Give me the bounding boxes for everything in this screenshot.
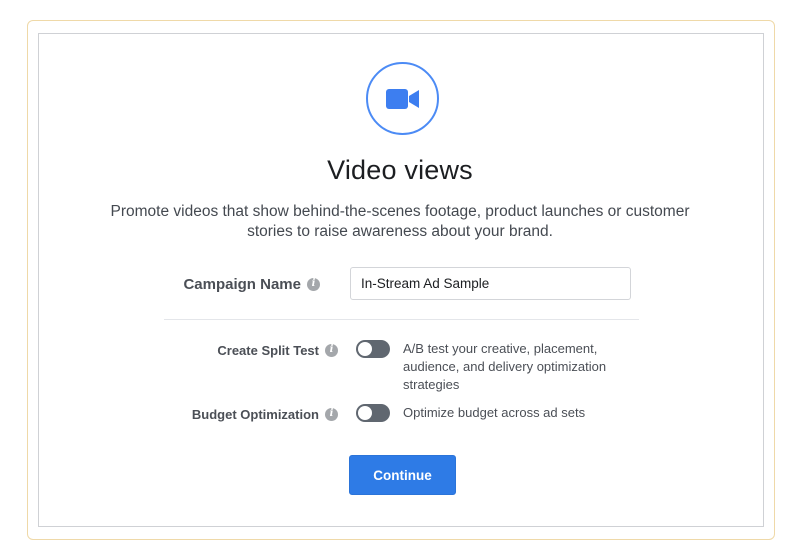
budget-optimization-description: Optimize budget across ad sets <box>403 405 586 420</box>
objective-title: Video views <box>327 155 473 185</box>
budget-optimization-label: Budget Optimization i <box>150 405 338 423</box>
campaign-name-label: Campaign Name i <box>140 273 320 295</box>
video-camera-glyph <box>385 88 419 109</box>
split-test-description: A/B test your creative, placement, audie… <box>403 341 607 392</box>
campaign-name-input[interactable] <box>350 267 631 300</box>
info-icon[interactable]: i <box>307 277 320 291</box>
objective-description: Promote videos that show behind-the-scen… <box>110 203 690 240</box>
budget-optimization-label-text: Budget Optimization <box>191 406 319 422</box>
toggle-knob <box>358 342 372 356</box>
continue-button[interactable]: Continue <box>349 455 456 495</box>
budget-optimization-toggle[interactable] <box>356 404 390 422</box>
info-icon[interactable]: i <box>325 407 338 421</box>
divider <box>164 319 639 320</box>
split-test-label: Create Split Test i <box>150 341 338 359</box>
toggle-knob <box>358 406 372 420</box>
split-test-label-text: Create Split Test <box>217 342 319 358</box>
split-test-toggle[interactable] <box>356 340 390 358</box>
video-camera-icon <box>366 62 439 135</box>
info-icon[interactable]: i <box>325 343 338 357</box>
campaign-name-label-text: Campaign Name <box>183 275 301 293</box>
